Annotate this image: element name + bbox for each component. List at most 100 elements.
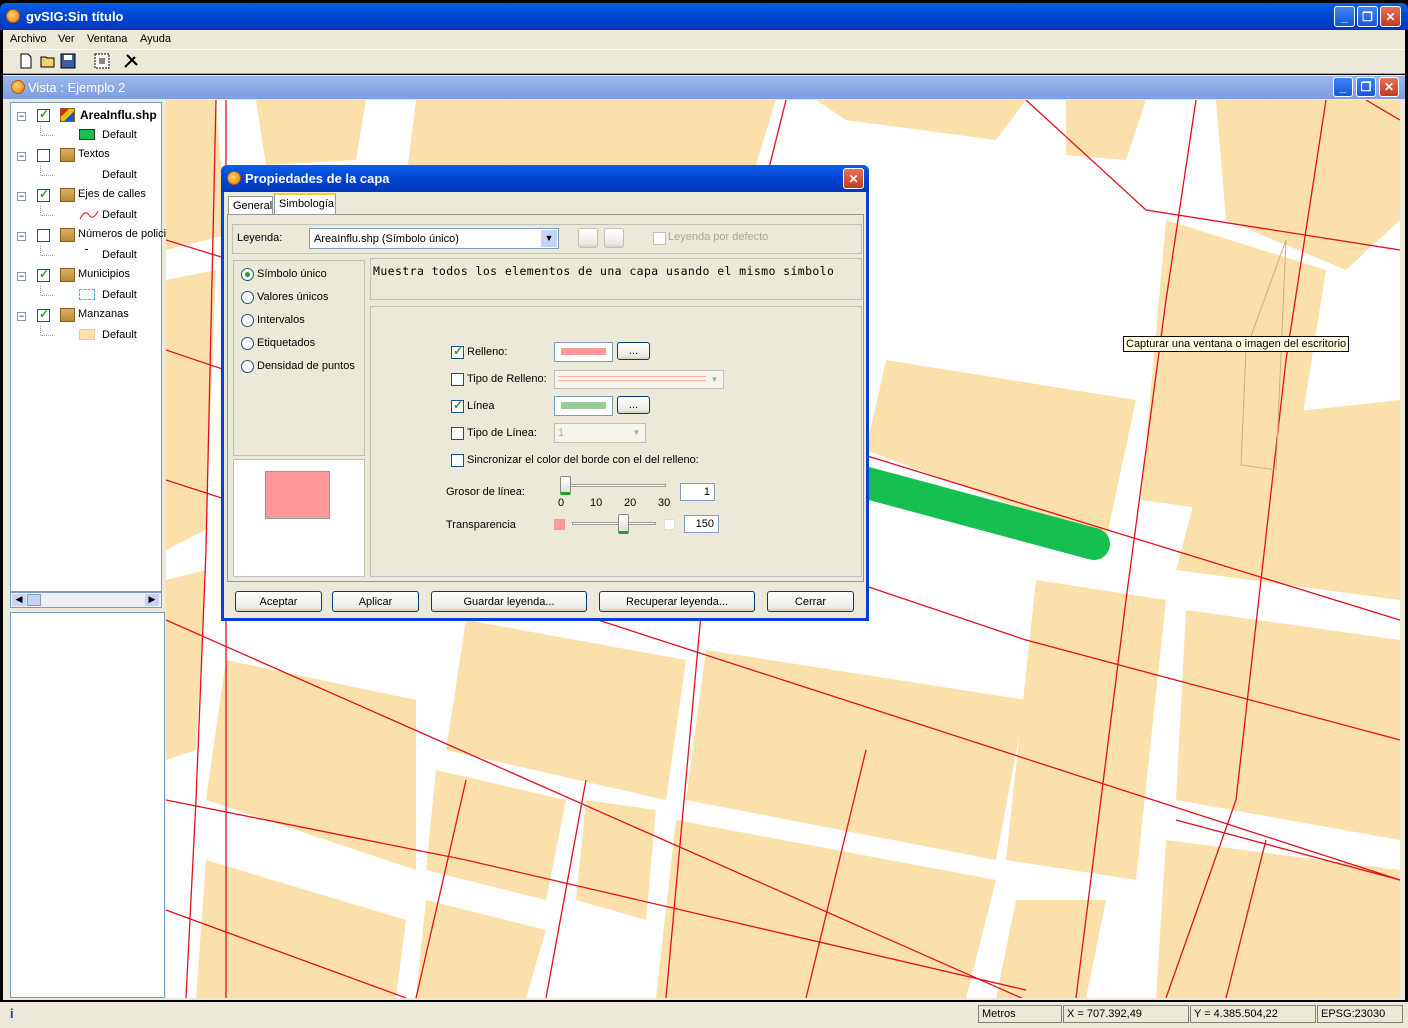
- layer-name[interactable]: AreaInflu.shp: [80, 108, 157, 122]
- fill-type-checkbox[interactable]: [451, 373, 464, 386]
- legend-type-label: Etiquetados: [257, 337, 316, 349]
- expand-toggle[interactable]: −: [17, 232, 26, 241]
- line-checkbox[interactable]: [451, 398, 464, 413]
- layer-name[interactable]: Textos: [78, 148, 110, 160]
- line-width-tick: 0: [558, 497, 565, 509]
- line-label: Línea: [467, 400, 495, 412]
- menu-ventana[interactable]: Ventana: [87, 33, 127, 45]
- legend-type-label: Símbolo único: [257, 268, 327, 280]
- toc-scrollbar[interactable]: ◀ ▶: [10, 592, 162, 608]
- areainflu-layer-icon: [60, 108, 75, 122]
- scroll-thumb[interactable]: [27, 594, 41, 606]
- line-browse-button[interactable]: ...: [617, 396, 650, 414]
- expand-toggle[interactable]: −: [17, 152, 26, 161]
- save-legend-button[interactable]: Guardar leyenda...: [431, 591, 587, 612]
- line-type-chevron-icon[interactable]: ▼: [629, 425, 644, 441]
- view-restore-icon[interactable]: ❐: [1356, 77, 1376, 97]
- legend-button-2[interactable]: [604, 228, 624, 248]
- layer-name[interactable]: Ejes de calles: [78, 188, 146, 200]
- expand-toggle[interactable]: −: [17, 112, 26, 121]
- tree-connector: [41, 215, 53, 216]
- layer-visibility-checkbox[interactable]: [37, 307, 50, 322]
- view-title: Vista : Ejemplo 2: [28, 80, 126, 95]
- numbers-layer-icon: [60, 228, 75, 242]
- layer-name[interactable]: Números de polici: [78, 228, 166, 240]
- close-button[interactable]: Cerrar: [767, 591, 854, 612]
- legend-type-radio[interactable]: [241, 337, 254, 350]
- legend-entry: Default: [102, 289, 137, 301]
- open-folder-icon[interactable]: [40, 53, 56, 69]
- legend-button-1[interactable]: [578, 228, 598, 248]
- legend-type-list: [233, 260, 365, 456]
- locator-panel: [10, 612, 165, 998]
- transparency-opaque-swatch: [554, 519, 565, 530]
- tab-general[interactable]: General: [228, 196, 273, 214]
- legend-type-radio[interactable]: [241, 314, 254, 327]
- minimize-icon[interactable]: _: [1334, 6, 1355, 27]
- expand-toggle[interactable]: −: [17, 192, 26, 201]
- expand-toggle[interactable]: −: [17, 272, 26, 281]
- save-icon[interactable]: [60, 53, 76, 69]
- toc-panel: [10, 102, 162, 592]
- legend-type-radio[interactable]: [241, 291, 254, 304]
- layer-visibility-checkbox[interactable]: [37, 229, 50, 242]
- tree-connector: [41, 175, 53, 176]
- view-icon: [11, 80, 25, 94]
- fill-type-chevron-icon[interactable]: ▼: [707, 372, 722, 387]
- line-type-checkbox[interactable]: [451, 427, 464, 440]
- legend-type-radio[interactable]: [241, 360, 254, 373]
- legend-select[interactable]: AreaInflu.shp (Símbolo único) ▼: [309, 228, 559, 249]
- texts-layer-icon: [60, 148, 75, 162]
- sync-border-checkbox[interactable]: [451, 454, 464, 467]
- fill-type-select[interactable]: ▼: [554, 370, 724, 389]
- expand-toggle[interactable]: −: [17, 312, 26, 321]
- capture-icon[interactable]: [94, 53, 110, 69]
- apply-button[interactable]: Aplicar: [332, 591, 419, 612]
- app-title: gvSIG:Sin título: [26, 9, 124, 24]
- view-close-icon[interactable]: ✕: [1379, 77, 1399, 97]
- fill-browse-button[interactable]: ...: [617, 342, 650, 360]
- transparency-slider[interactable]: [618, 514, 629, 534]
- tree-connector: [40, 326, 41, 335]
- legend-symbol-icon: [79, 209, 99, 224]
- line-width-slider[interactable]: [560, 476, 571, 495]
- line-color-field[interactable]: [554, 396, 613, 416]
- fill-checkbox[interactable]: [451, 344, 464, 359]
- layer-name[interactable]: Manzanas: [78, 308, 129, 320]
- restore-icon[interactable]: ❐: [1357, 6, 1378, 27]
- layer-visibility-checkbox[interactable]: [37, 187, 50, 202]
- scroll-left-icon[interactable]: ◀: [12, 594, 26, 606]
- transparency-input[interactable]: 150: [684, 515, 719, 533]
- accept-button[interactable]: Aceptar: [235, 591, 322, 612]
- tab-simbologia[interactable]: Simbología: [274, 193, 336, 214]
- legend-symbol-icon: [79, 249, 88, 250]
- view-minimize-icon[interactable]: _: [1333, 77, 1353, 97]
- close-icon[interactable]: ✕: [1380, 6, 1401, 27]
- line-width-input[interactable]: 1: [680, 483, 715, 501]
- transparency-label: Transparencia: [446, 519, 516, 531]
- load-legend-button[interactable]: Recuperar leyenda...: [599, 591, 755, 612]
- menu-ayuda[interactable]: Ayuda: [140, 33, 171, 45]
- tools-icon[interactable]: [123, 53, 139, 69]
- menu-archivo[interactable]: Archivo: [10, 33, 47, 45]
- fill-color-field[interactable]: [554, 342, 613, 362]
- legend-type-label: Intervalos: [257, 314, 305, 326]
- layer-name[interactable]: Municipios: [78, 268, 130, 280]
- layer-visibility-checkbox[interactable]: [37, 107, 50, 122]
- legend-type-radio[interactable]: [241, 268, 254, 281]
- new-document-icon[interactable]: [18, 53, 34, 69]
- scroll-right-icon[interactable]: ▶: [145, 594, 159, 606]
- line-type-select[interactable]: 1 ▼: [554, 423, 646, 443]
- legend-description-text: Muestra todos los elementos de una capa …: [373, 264, 835, 278]
- chevron-down-icon[interactable]: ▼: [541, 230, 557, 247]
- sync-border-label: Sincronizar el color del borde con el de…: [467, 454, 699, 466]
- default-legend-checkbox[interactable]: [653, 232, 666, 245]
- layer-visibility-checkbox[interactable]: [37, 267, 50, 282]
- layer-visibility-checkbox[interactable]: [37, 149, 50, 162]
- dialog-icon: [227, 171, 241, 185]
- line-type-value: 1: [558, 427, 565, 439]
- app-title-bar: gvSIG:Sin título _ ❐ ✕: [0, 3, 1408, 30]
- tree-connector: [40, 126, 41, 135]
- menu-ver[interactable]: Ver: [58, 33, 75, 45]
- dialog-close-icon[interactable]: ✕: [843, 168, 864, 189]
